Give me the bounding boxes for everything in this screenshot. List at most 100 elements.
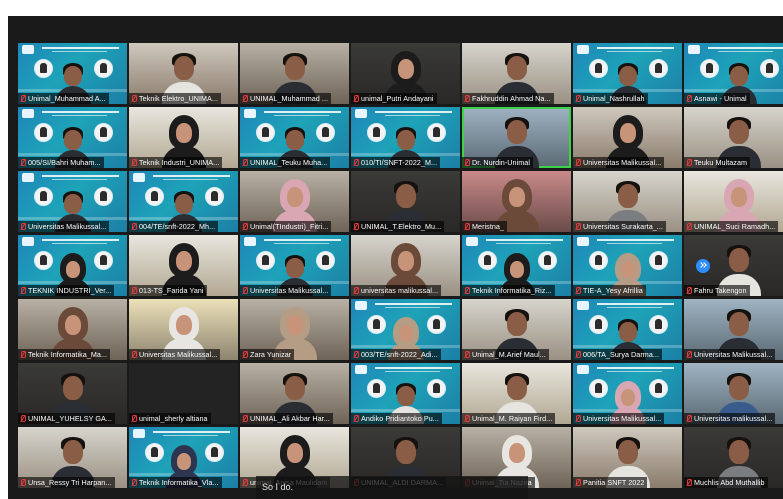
participant-name: 005/SI/Bahri Muham...	[28, 158, 101, 167]
participant-tile[interactable]: Universitas Malikussal...	[18, 171, 127, 232]
participant-tile[interactable]: unimal_sherly altiana	[129, 363, 238, 424]
mic-muted-icon	[684, 157, 694, 168]
participant-name-bar: Universitas Surakarta_...	[573, 221, 666, 232]
participant-tile[interactable]: 004/TE/snft-2022_Mh...	[129, 171, 238, 232]
participant-tile[interactable]: Andiko Pridiantoko Pu...	[351, 363, 460, 424]
participant-tile[interactable]: Asnawi - Unimal	[684, 43, 783, 104]
participant-tile[interactable]: Teuku Multazam	[684, 107, 783, 168]
participant-tile[interactable]: Teknik Informatika_Vla...	[129, 427, 238, 488]
mic-muted-icon	[684, 349, 694, 360]
mic-muted-icon	[351, 221, 361, 232]
mic-muted-icon	[129, 93, 139, 104]
participant-tile[interactable]: Teknik Informatika_Ma...	[18, 299, 127, 360]
participant-tile[interactable]: Universitas Malikussal...	[129, 299, 238, 360]
participant-tile[interactable]: 006/TA_Surya Darma...	[573, 299, 682, 360]
participant-tile[interactable]: Teknik Industri_UNIMA...	[129, 107, 238, 168]
participant-tile[interactable]: Unimal(TIndustri)_Fitri...	[240, 171, 349, 232]
mic-muted-icon	[129, 157, 139, 168]
speaker-photo-icon	[427, 315, 446, 334]
university-logo-icon	[22, 173, 34, 182]
mic-muted-icon	[129, 413, 139, 424]
speaker-photo-icon	[316, 123, 335, 142]
banner-subtitle-line	[52, 51, 107, 52]
participant-tile[interactable]: Unimal_M.Arief Maul...	[462, 299, 571, 360]
mic-muted-icon	[351, 413, 361, 424]
participant-tile[interactable]: UNIMAL_YUHELSY GA...	[18, 363, 127, 424]
participant-tile[interactable]: Unimal_Muhammad A...	[18, 43, 127, 104]
speaker-photo-icon	[700, 59, 719, 78]
mic-muted-icon	[351, 93, 361, 104]
participant-name: Teuku Multazam	[694, 158, 748, 167]
university-logo-icon	[688, 45, 700, 54]
mic-muted-icon	[684, 93, 694, 104]
participant-tile[interactable]: Unimal_Nashrullah	[573, 43, 682, 104]
participant-tile[interactable]: Unimal_M. Raiyan Fird...	[462, 363, 571, 424]
participant-name-bar: TEKNIK INDUSTRI_Ver...	[18, 285, 115, 296]
participant-name: 004/TE/snft-2022_Mh...	[139, 222, 216, 231]
participant-tile[interactable]: UNIMAL_Teuku Muha...	[240, 107, 349, 168]
participant-tile[interactable]: Universitas Malikussal...	[573, 363, 682, 424]
speaker-photo-icon	[145, 443, 164, 462]
participant-tile[interactable]: Universitas Surakarta_...	[573, 171, 682, 232]
participant-name-bar: UNIMAL_Muhammad ...	[240, 93, 332, 104]
speaker-photo-icon	[589, 59, 608, 78]
participant-tile[interactable]: Universitas malikussal...	[684, 363, 783, 424]
participant-name-bar: 003/TE/snft-2022_Adi...	[351, 349, 441, 360]
participant-name: Teknik Industri_UNIMA...	[139, 158, 220, 167]
university-logo-icon	[355, 301, 367, 310]
participant-tile[interactable]: UNIMAL_Muhammad ...	[240, 43, 349, 104]
participant-tile[interactable]: UNIMAL_T.Elektro_Mu...	[351, 171, 460, 232]
participant-tile[interactable]: Unsa_Ressy Tri Harpan...	[18, 427, 127, 488]
participant-tile[interactable]: UNIMAL_Suci Ramadh...	[684, 171, 783, 232]
mic-muted-icon	[462, 157, 472, 168]
mic-muted-icon	[573, 349, 583, 360]
participant-name: Universitas Surakarta_...	[583, 222, 663, 231]
university-logo-icon	[355, 109, 367, 118]
chevron-double-right-icon[interactable]	[696, 259, 710, 273]
participant-tile[interactable]: TIE-A_Yesy Afrillia	[573, 235, 682, 296]
participant-tile[interactable]: Universitas Malikussal...	[684, 299, 783, 360]
participant-tile[interactable]: TEKNIK INDUSTRI_Ver...	[18, 235, 127, 296]
participant-tile[interactable]: Muchlis Abd Muthallib	[684, 427, 783, 488]
participant-tile[interactable]: 003/TE/snft-2022_Adi...	[351, 299, 460, 360]
participant-tile[interactable]: 010/TI/SNFT-2022_M...	[351, 107, 460, 168]
video-gallery: Unimal_Muhammad A... Teknik Elektro_UNIMA…	[8, 16, 783, 499]
participant-tile[interactable]: Teknik Elektro_UNIMA...	[129, 43, 238, 104]
banner-subtitle-line	[607, 51, 662, 52]
mic-muted-icon	[18, 477, 28, 488]
mic-muted-icon	[573, 221, 583, 232]
participant-tile[interactable]: unimal_Putri Andayani	[351, 43, 460, 104]
participant-name-bar: 010/TI/SNFT-2022_M...	[351, 157, 441, 168]
speaker-photo-icon	[34, 123, 53, 142]
participant-name-bar: Teknik Informatika_Vla...	[129, 477, 222, 488]
speaker-photo-icon	[589, 315, 608, 334]
participant-tile[interactable]: Zara Yunizar	[240, 299, 349, 360]
participant-grid: Unimal_Muhammad A... Teknik Elektro_UNIMA…	[8, 16, 783, 499]
speaker-photo-icon	[649, 315, 668, 334]
participant-tile[interactable]: Fakhruddin Ahmad Na...	[462, 43, 571, 104]
participant-name-bar: Dr. Nurdin-Unimal	[462, 157, 533, 168]
participant-name: UNIMAL_Ali Akbar Har...	[250, 414, 330, 423]
speaker-photo-icon	[427, 379, 446, 398]
participant-tile[interactable]: 005/SI/Bahri Muham...	[18, 107, 127, 168]
banner-subtitle-line	[274, 243, 329, 244]
speaker-photo-icon	[649, 59, 668, 78]
participant-tile[interactable]: Panitia SNFT 2022	[573, 427, 682, 488]
participant-tile[interactable]: Universitas Malikussal...	[573, 107, 682, 168]
university-logo-icon	[577, 45, 589, 54]
participant-tile[interactable]: universitas malikussal...	[351, 235, 460, 296]
participant-tile[interactable]: Dr. Nurdin-Unimal	[462, 107, 571, 168]
mic-muted-icon	[240, 477, 250, 488]
participant-tile[interactable]: 013-TS_Farida Yani	[129, 235, 238, 296]
participant-tile[interactable]: Teknik Informatika_Riz...	[462, 235, 571, 296]
participant-name-bar: Unimal_Muhammad A...	[18, 93, 109, 104]
speaker-photo-icon	[94, 187, 113, 206]
participant-tile[interactable]: Meristna_	[462, 171, 571, 232]
participant-name-bar: Teknik Informatika_Ma...	[18, 349, 111, 360]
banner-subtitle-line	[607, 243, 662, 244]
participant-name: Unimal_M. Raiyan Fird...	[472, 414, 553, 423]
banner-title-line	[597, 367, 674, 369]
mic-muted-icon	[462, 285, 472, 296]
participant-tile[interactable]: Universitas Malikussal...	[240, 235, 349, 296]
participant-tile[interactable]: UNIMAL_Ali Akbar Har...	[240, 363, 349, 424]
